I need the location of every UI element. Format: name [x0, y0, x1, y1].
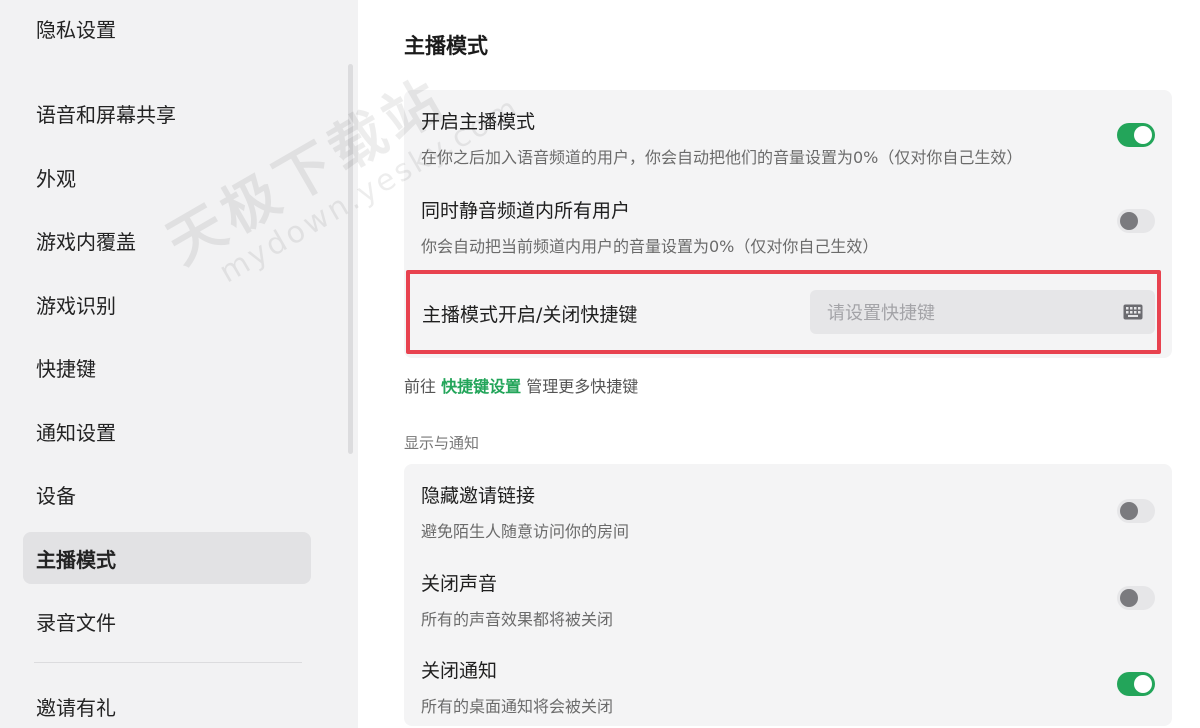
sidebar-scrollbar[interactable] — [348, 64, 353, 454]
setting-row-mute-all: 同时静音频道内所有用户 你会自动把当前频道内用户的音量设置为0%（仅对你自己生效… — [421, 196, 1155, 256]
setting-title: 开启主播模式 — [421, 111, 536, 133]
shortcut-input[interactable]: 请设置快捷键 — [810, 290, 1155, 334]
hint-suffix: 管理更多快捷键 — [526, 377, 639, 396]
sidebar-item-voice-screen[interactable]: 语音和屏幕共享 — [23, 87, 311, 139]
sidebar-item-game-detection[interactable]: 游戏识别 — [23, 278, 311, 330]
sidebar-item-privacy[interactable]: 隐私设置 — [23, 2, 311, 54]
sidebar-item-keybinds[interactable]: 快捷键 — [23, 341, 311, 393]
setting-title: 隐藏邀请链接 — [421, 485, 536, 507]
settings-sidebar: 隐私设置 语音和屏幕共享 外观 游戏内覆盖 游戏识别 快捷键 通知设置 设备 主… — [0, 0, 358, 728]
sidebar-item-streamer-mode[interactable]: 主播模式 — [23, 532, 311, 584]
sidebar-item-devices[interactable]: 设备 — [23, 468, 311, 520]
toggle-knob — [1134, 675, 1152, 693]
setting-description: 所有的声音效果都将被关闭 — [421, 610, 614, 629]
setting-description: 避免陌生人随意访问你的房间 — [421, 522, 630, 541]
setting-row-hide-invite: 隐藏邀请链接 避免陌生人随意访问你的房间 — [421, 481, 1155, 541]
display-notifications-card: 隐藏邀请链接 避免陌生人随意访问你的房间 关闭声音 所有的声音效果都将被关闭 关… — [404, 464, 1172, 726]
shortcut-placeholder: 请设置快捷键 — [827, 303, 935, 324]
section-label-display: 显示与通知 — [404, 434, 480, 452]
sidebar-item-invite-rewards[interactable]: 邀请有礼 — [23, 680, 311, 728]
keybind-hint: 前往 快捷键设置 管理更多快捷键 — [404, 373, 638, 397]
disable-notifications-toggle[interactable] — [1117, 672, 1155, 696]
hide-invite-link-toggle[interactable] — [1117, 499, 1155, 523]
mute-all-users-toggle[interactable] — [1117, 209, 1155, 233]
setting-row-disable-sounds: 关闭声音 所有的声音效果都将被关闭 — [421, 569, 1155, 629]
setting-description: 所有的桌面通知将会被关闭 — [421, 697, 614, 716]
sidebar-item-recordings[interactable]: 录音文件 — [23, 595, 311, 647]
setting-row-disable-notifications: 关闭通知 所有的桌面通知将会被关闭 — [421, 656, 1155, 716]
toggle-knob — [1134, 126, 1152, 144]
page-title: 主播模式 — [404, 34, 488, 58]
toggle-knob — [1120, 502, 1138, 520]
shortcut-label: 主播模式开启/关闭快捷键 — [422, 304, 638, 326]
sidebar-item-appearance[interactable]: 外观 — [23, 151, 311, 203]
setting-title: 同时静音频道内所有用户 — [421, 200, 631, 222]
sidebar-item-notifications[interactable]: 通知设置 — [23, 405, 311, 457]
toggle-knob — [1120, 589, 1138, 607]
setting-title: 关闭声音 — [421, 573, 498, 595]
setting-row-enable-streamer: 开启主播模式 在你之后加入语音频道的用户，你会自动把他们的音量设置为0%（仅对你… — [421, 107, 1155, 167]
settings-window: 隐私设置 语音和屏幕共享 外观 游戏内覆盖 游戏识别 快捷键 通知设置 设备 主… — [0, 0, 1200, 728]
toggle-knob — [1120, 212, 1138, 230]
keybind-settings-link[interactable]: 快捷键设置 — [441, 377, 521, 396]
setting-title: 关闭通知 — [421, 660, 498, 682]
enable-streamer-mode-toggle[interactable] — [1117, 123, 1155, 147]
setting-description: 你会自动把当前频道内用户的音量设置为0%（仅对你自己生效） — [421, 237, 879, 256]
setting-description: 在你之后加入语音频道的用户，你会自动把他们的音量设置为0%（仅对你自己生效） — [421, 148, 1023, 167]
sidebar-item-overlay[interactable]: 游戏内覆盖 — [23, 214, 311, 266]
sidebar-divider — [34, 662, 302, 663]
hint-prefix: 前往 — [404, 377, 437, 396]
disable-sounds-toggle[interactable] — [1117, 586, 1155, 610]
keyboard-icon[interactable] — [1123, 304, 1143, 320]
settings-content: 主播模式 开启主播模式 在你之后加入语音频道的用户，你会自动把他们的音量设置为0… — [358, 0, 1200, 728]
